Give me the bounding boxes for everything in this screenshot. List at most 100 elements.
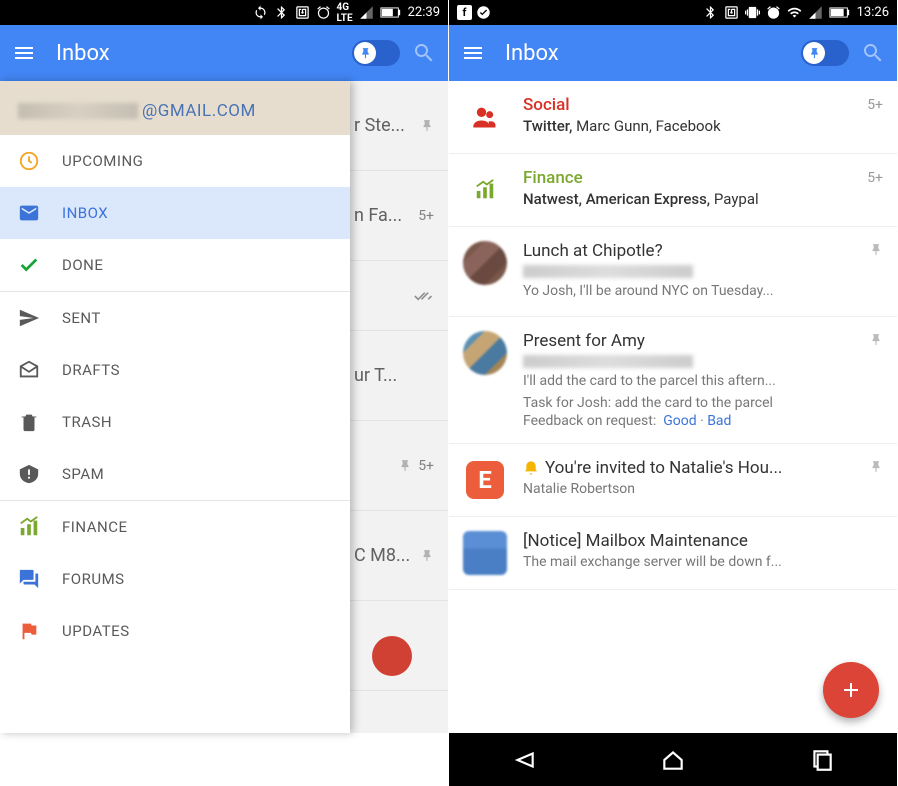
app-bar: Inbox [449, 25, 897, 81]
drawer-item-drafts[interactable]: DRAFTS [0, 344, 350, 396]
message-row[interactable]: FinanceNatwest, American Express, Paypal… [449, 154, 897, 227]
menu-icon[interactable] [12, 41, 36, 65]
sync-icon [253, 5, 268, 20]
drawer-item-finance[interactable]: FINANCE [0, 501, 350, 553]
message-meta [869, 458, 883, 502]
phone-left: 4GLTE 22:39 Inbox r Ste... n Fa...5+ ur … [0, 0, 449, 786]
status-bar: f 13:26 [449, 0, 897, 25]
message-row[interactable]: E You're invited to Natalie's Hou...Natal… [449, 444, 897, 517]
pin-toggle[interactable] [352, 40, 400, 66]
message-title: You're invited to Natalie's Hou... [523, 458, 853, 478]
drawer-item-sent[interactable]: SENT [0, 292, 350, 344]
drawer-item-label: SENT [62, 309, 101, 327]
message-title: Lunch at Chipotle? [523, 241, 853, 261]
message-body: Lunch at Chipotle? Yo Josh, I'll be aroun… [523, 241, 853, 302]
drawer-item-inbox[interactable]: INBOX [0, 187, 350, 239]
drawer-item-label: FORUMS [62, 570, 125, 588]
drawer-item-label: TRASH [62, 413, 112, 431]
feedback-line: Feedback on request: Good · Bad [523, 413, 853, 429]
done-icon [414, 289, 434, 303]
drawer-account[interactable]: @GMAIL.COM [0, 81, 350, 135]
status-bar: 4GLTE 22:39 [0, 0, 448, 25]
status-time: 22:39 [408, 5, 440, 20]
message-body: Present for Amy I'll add the card to the … [523, 331, 853, 430]
signal-icon [808, 5, 823, 20]
message-row[interactable]: Lunch at Chipotle? Yo Josh, I'll be aroun… [449, 227, 897, 317]
app-title: Inbox [56, 41, 352, 66]
menu-icon[interactable] [461, 41, 485, 65]
recent-icon[interactable] [809, 747, 835, 773]
message-title: Present for Amy [523, 331, 853, 351]
message-row[interactable]: [Notice] Mailbox MaintenanceThe mail exc… [449, 517, 897, 590]
alarm-icon [316, 5, 331, 20]
trash-icon [18, 411, 40, 433]
message-preview: The mail exchange server will be down f.… [523, 553, 867, 573]
avatar [463, 531, 507, 575]
message-row[interactable]: SocialTwitter, Marc Gunn, Facebook 5+ [449, 81, 897, 154]
message-meta [869, 331, 883, 430]
home-icon[interactable] [660, 747, 686, 773]
search-icon[interactable] [412, 41, 436, 65]
drawer-item-upcoming[interactable]: UPCOMING [0, 135, 350, 187]
search-icon[interactable] [861, 41, 885, 65]
facebook-notif-icon: f [457, 5, 472, 20]
drawer-item-forums[interactable]: FORUMS [0, 553, 350, 605]
message-preview: I'll add the card to the parcel this aft… [523, 372, 853, 392]
drawer-item-done[interactable]: DONE [0, 239, 350, 291]
message-body: FinanceNatwest, American Express, Paypal [523, 168, 851, 212]
alarm-icon [766, 5, 781, 20]
pin-icon [398, 459, 412, 473]
feedback-bad[interactable]: Bad [707, 413, 731, 429]
pin-icon [359, 47, 372, 60]
inbox-list[interactable]: SocialTwitter, Marc Gunn, Facebook5+Fina… [449, 81, 897, 733]
message-meta: 5+ [867, 95, 883, 139]
check-icon [18, 254, 40, 276]
pin-toggle[interactable] [801, 40, 849, 66]
message-body: [Notice] Mailbox MaintenanceThe mail exc… [523, 531, 867, 575]
message-preview: Yo Josh, I'll be around NYC on Tuesday..… [523, 282, 853, 302]
data-4g-icon: 4GLTE [337, 2, 353, 24]
compose-fab[interactable] [823, 662, 879, 718]
redacted-line [523, 355, 693, 368]
pin-icon [420, 119, 434, 133]
finance-icon [18, 516, 40, 538]
avatar: E [463, 458, 507, 502]
clock-icon [18, 150, 40, 172]
check-notif-icon [476, 5, 491, 20]
drawer-item-updates[interactable]: UPDATES [0, 605, 350, 657]
drawer-item-label: UPDATES [62, 622, 130, 640]
message-sender: Natalie Robertson [523, 480, 853, 500]
redacted-line [523, 265, 693, 278]
pin-icon [808, 47, 821, 60]
mail-icon [18, 202, 40, 224]
vibrate-icon [745, 5, 760, 20]
android-nav [449, 733, 897, 786]
avatar [463, 95, 507, 139]
battery-icon [380, 5, 402, 20]
drawer-item-label: DRAFTS [62, 361, 120, 379]
back-icon[interactable] [511, 747, 537, 773]
task-line: Task for Josh: add the card to the parce… [523, 395, 853, 411]
message-row[interactable]: Present for Amy I'll add the card to the … [449, 317, 897, 445]
nav-drawer: @GMAIL.COM UPCOMINGINBOXDONE SENT DRAFTS TR… [0, 81, 350, 733]
drawer-item-label: SPAM [62, 465, 104, 483]
drawer-item-trash[interactable]: TRASH [0, 396, 350, 448]
send-icon [18, 307, 40, 329]
drawer-item-spam[interactable]: SPAM [0, 448, 350, 500]
nfc-icon [724, 5, 739, 20]
message-meta [869, 241, 883, 302]
bundle-count: 5+ [867, 97, 883, 113]
drawer-item-label: FINANCE [62, 518, 127, 536]
forums-icon [18, 568, 40, 590]
avatar [463, 331, 507, 375]
app-title: Inbox [505, 41, 801, 66]
pin-icon [420, 549, 434, 563]
message-senders: Twitter, Marc Gunn, Facebook [523, 117, 851, 135]
wifi-icon [787, 5, 802, 20]
battery-icon [829, 5, 851, 20]
message-meta: 5+ [867, 168, 883, 212]
draft-icon [18, 359, 40, 381]
account-name-redacted [18, 103, 138, 119]
feedback-good[interactable]: Good [663, 413, 696, 429]
message-body: SocialTwitter, Marc Gunn, Facebook [523, 95, 851, 139]
